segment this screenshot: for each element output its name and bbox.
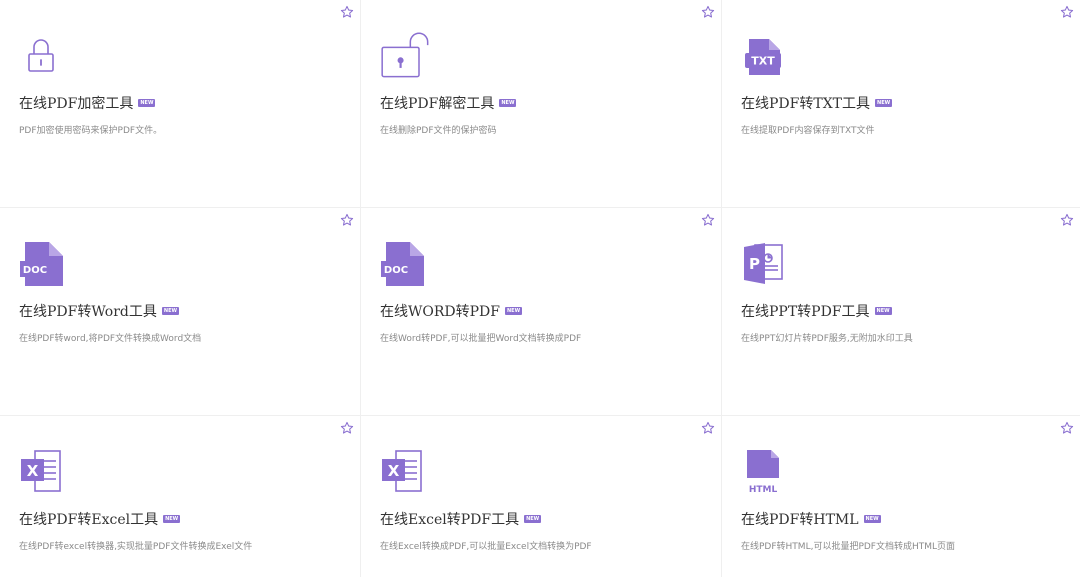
favorite-star-icon[interactable] [340,421,354,435]
tool-description: 在线PDF转HTML,可以批量把PDF文档转成HTML页面 [741,542,956,552]
new-badge: NEW [874,307,892,315]
tool-title[interactable]: 在线PDF解密工具 [380,93,494,113]
tool-card-pdf-decrypt[interactable]: 在线PDF解密工具 NEW 在线删除PDF文件的保护密码 [360,0,721,207]
new-badge: NEW [863,515,881,523]
tool-title[interactable]: 在线PPT转PDF工具 [741,301,870,321]
new-badge: NEW [138,99,156,107]
favorite-star-icon[interactable] [701,421,715,435]
tool-card-ppt-to-pdf[interactable]: P 在线PPT转PDF工具 NEW 在线PPT幻灯片转PDF服务,无附加水印工具 [721,207,1080,415]
tool-grid: 在线PDF加密工具 NEW PDF加密使用密码来保护PDF文件。 在线PDF解密… [0,0,1080,577]
favorite-star-icon[interactable] [701,5,715,19]
tool-description: 在线Word转PDF,可以批量把Word文档转换成PDF [380,334,582,344]
tool-card-pdf-to-txt[interactable]: TXT 在线PDF转TXT工具 NEW 在线提取PDF内容保存到TXT文件 [721,0,1080,207]
tool-description: 在线PPT幻灯片转PDF服务,无附加水印工具 [741,334,913,344]
tool-card-excel-to-pdf[interactable]: X 在线Excel转PDF工具 NEW 在线Excel转换成PDF,可以批量Ex… [360,415,721,577]
svg-text:P: P [749,255,760,273]
tool-title[interactable]: 在线Excel转PDF工具 [380,509,519,529]
txt-file-icon: TXT [745,39,781,75]
new-badge: NEW [524,515,542,523]
lock-icon [28,39,54,72]
favorite-star-icon[interactable] [1060,421,1074,435]
svg-text:DOC: DOC [384,265,408,276]
tool-description: 在线PDF转word,将PDF文件转换成Word文档 [19,334,202,344]
tool-card-pdf-to-html[interactable]: HTML 在线PDF转HTML NEW 在线PDF转HTML,可以批量把PDF文… [721,415,1080,577]
excel-file-icon: X [382,450,422,492]
ppt-file-icon: P [744,243,783,284]
tool-title[interactable]: 在线WORD转PDF [380,301,500,321]
tool-description: 在线PDF转excel转换器,实现批量PDF文件转换成Exel文件 [19,542,253,552]
doc-file-icon: DOC [20,242,63,286]
tool-description: 在线删除PDF文件的保护密码 [380,126,497,136]
tool-title[interactable]: 在线PDF转TXT工具 [741,93,870,113]
tool-card-pdf-to-excel[interactable]: X 在线PDF转Excel工具 NEW 在线PDF转excel转换器,实现批量P… [0,415,360,577]
svg-text:TXT: TXT [751,55,775,68]
html-file-icon: HTML [747,450,779,495]
new-badge: NEW [505,307,523,315]
tool-title[interactable]: 在线PDF转Excel工具 [19,509,158,529]
tool-title[interactable]: 在线PDF加密工具 [19,93,133,113]
svg-text:X: X [388,462,400,480]
tool-description: 在线提取PDF内容保存到TXT文件 [741,126,875,136]
new-badge: NEW [163,515,181,523]
tool-card-pdf-encrypt[interactable]: 在线PDF加密工具 NEW PDF加密使用密码来保护PDF文件。 [0,0,360,207]
excel-file-icon: X [21,450,61,492]
tool-title[interactable]: 在线PDF转Word工具 [19,301,157,321]
tool-description: PDF加密使用密码来保护PDF文件。 [19,126,163,136]
tool-description: 在线Excel转换成PDF,可以批量Excel文档转换为PDF [380,542,592,552]
tool-card-pdf-to-word[interactable]: DOC 在线PDF转Word工具 NEW 在线PDF转word,将PDF文件转换… [0,207,360,415]
svg-text:HTML: HTML [749,485,778,495]
tool-card-word-to-pdf[interactable]: DOC 在线WORD转PDF NEW 在线Word转PDF,可以批量把Word文… [360,207,721,415]
favorite-star-icon[interactable] [1060,5,1074,19]
svg-text:X: X [27,462,39,480]
new-badge: NEW [875,99,893,107]
svg-text:DOC: DOC [23,265,47,276]
tool-title[interactable]: 在线PDF转HTML [741,509,859,529]
favorite-star-icon[interactable] [1060,213,1074,227]
new-badge: NEW [499,99,517,107]
favorite-star-icon[interactable] [340,5,354,19]
new-badge: NEW [161,307,180,315]
favorite-star-icon[interactable] [340,213,354,227]
favorite-star-icon[interactable] [701,213,715,227]
doc-file-icon: DOC [381,242,424,286]
unlock-icon [381,32,429,78]
